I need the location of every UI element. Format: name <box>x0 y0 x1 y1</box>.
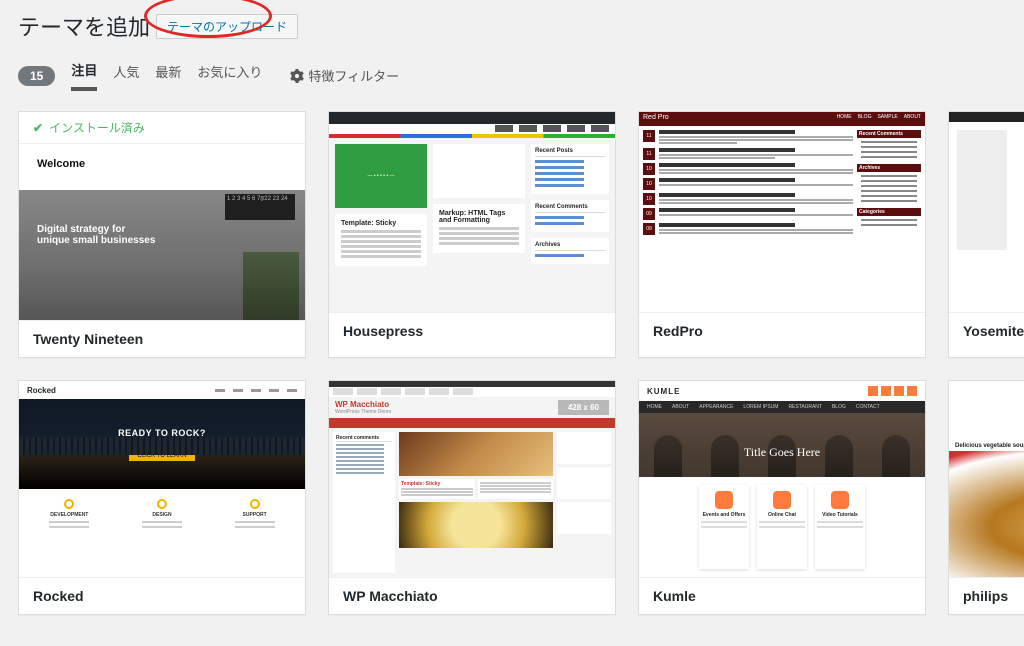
installed-label: インストール済み <box>49 119 145 136</box>
check-icon: ✔ <box>33 121 43 135</box>
filter-tab-latest[interactable]: 最新 <box>155 62 181 89</box>
theme-name: Housepress <box>329 312 615 349</box>
filter-bar: 15 注目 人気 最新 お気に入り 特徴フィルター <box>18 46 1006 97</box>
preview-hero-line2: unique small businesses <box>37 235 287 246</box>
installed-banner: ✔ インストール済み <box>19 112 305 144</box>
theme-card-kumle[interactable]: KUMLE HOMEABOUTAPPEARANCELOREM IPSUMREST… <box>638 380 926 615</box>
preview-side-recent: Recent Posts <box>535 148 605 157</box>
preview-brand: Red Pro <box>643 114 669 124</box>
theme-thumbnail: Delicious vegetable soup <box>949 381 1024 577</box>
theme-count-badge: 15 <box>18 66 55 86</box>
theme-grid: ✔ インストール済み Welcome Digital strategy for … <box>18 111 1006 615</box>
theme-thumbnail: WP MacchiatoWordPress Theme Demo 428 x 6… <box>329 381 615 577</box>
theme-card-philips[interactable]: Delicious vegetable soup philips <box>948 380 1024 615</box>
preview-side-title: Recent comments <box>336 435 392 442</box>
theme-thumbnail: KUMLE HOMEABOUTAPPEARANCELOREM IPSUMREST… <box>639 381 925 577</box>
theme-card-rocked[interactable]: Rocked READY TO ROCK? Click the button b… <box>18 380 306 615</box>
preview-feature-2: DESIGN <box>152 512 171 518</box>
feature-filter-button[interactable]: 特徴フィルター <box>290 66 399 85</box>
preview-card-3: Video Tutorials <box>822 512 858 518</box>
preview-hero-title: Title Goes Here <box>744 445 820 460</box>
preview-sticky-title: Template: Sticky <box>341 220 421 227</box>
upload-theme-button[interactable]: テーマのアップロード <box>156 14 298 39</box>
theme-card-wp-macchiato[interactable]: WP MacchiatoWordPress Theme Demo 428 x 6… <box>328 380 616 615</box>
preview-logo: KUMLE <box>647 387 680 396</box>
feature-filter-label: 特徴フィルター <box>308 66 399 85</box>
theme-thumbnail: Red ProHOMEBLOGSAMPLEABOUT 11 11 10 10 1… <box>639 112 925 312</box>
preview-side-archives: Archives <box>535 242 605 251</box>
preview-subtitle: WordPress Theme Demo <box>335 409 391 415</box>
preview-ad-banner: 428 x 60 <box>558 400 609 415</box>
theme-name: WP Macchiato <box>329 577 615 614</box>
preview-widget-comments: Recent Comments <box>857 130 921 138</box>
preview-side-comments: Recent Comments <box>535 204 605 213</box>
theme-thumbnail: Welcome Digital strategy for unique smal… <box>19 144 305 320</box>
preview-card-2: Online Chat <box>768 512 796 518</box>
preview-welcome: Welcome <box>37 158 287 170</box>
theme-card-twenty-nineteen[interactable]: ✔ インストール済み Welcome Digital strategy for … <box>18 111 306 358</box>
theme-thumbnail <box>949 112 1024 312</box>
theme-thumbnail: Rocked READY TO ROCK? Click the button b… <box>19 381 305 577</box>
theme-card-housepress[interactable]: — • • • • • — Template: Sticky Markup: H… <box>328 111 616 358</box>
theme-thumbnail: — • • • • • — Template: Sticky Markup: H… <box>329 112 615 312</box>
preview-markup-title: Markup: HTML Tags and Formatting <box>439 210 519 224</box>
preview-widget-categories: Categories <box>857 208 921 216</box>
preview-feature-1: DEVELOPMENT <box>50 512 88 518</box>
page-title: テーマを追加 <box>18 10 150 42</box>
preview-feature-3: SUPPORT <box>243 512 267 518</box>
theme-card-redpro[interactable]: Red ProHOMEBLOGSAMPLEABOUT 11 11 10 10 1… <box>638 111 926 358</box>
theme-card-yosemite-lite[interactable]: Yosemite Lite <box>948 111 1024 358</box>
preview-logo: Rocked <box>27 386 56 395</box>
preview-hero-line1: Digital strategy for <box>37 224 287 235</box>
preview-title: WP Macchiato <box>335 400 391 409</box>
theme-name: philips <box>949 577 1024 614</box>
gear-icon <box>290 69 304 83</box>
theme-name: Rocked <box>19 577 305 614</box>
filter-tab-popular[interactable]: 人気 <box>113 62 139 89</box>
theme-name: RedPro <box>639 312 925 349</box>
preview-post-title: Delicious vegetable soup <box>949 441 1024 451</box>
filter-tab-favorites[interactable]: お気に入り <box>197 62 262 89</box>
preview-card-1: Events and Offers <box>703 512 746 518</box>
preview-widget-archives: Archives <box>857 164 921 172</box>
preview-sticky: Template: Sticky <box>401 481 473 487</box>
theme-name: Kumle <box>639 577 925 614</box>
theme-name: Yosemite Lite <box>949 312 1024 349</box>
theme-name: Twenty Nineteen <box>19 320 305 357</box>
filter-tab-featured[interactable]: 注目 <box>71 60 97 91</box>
